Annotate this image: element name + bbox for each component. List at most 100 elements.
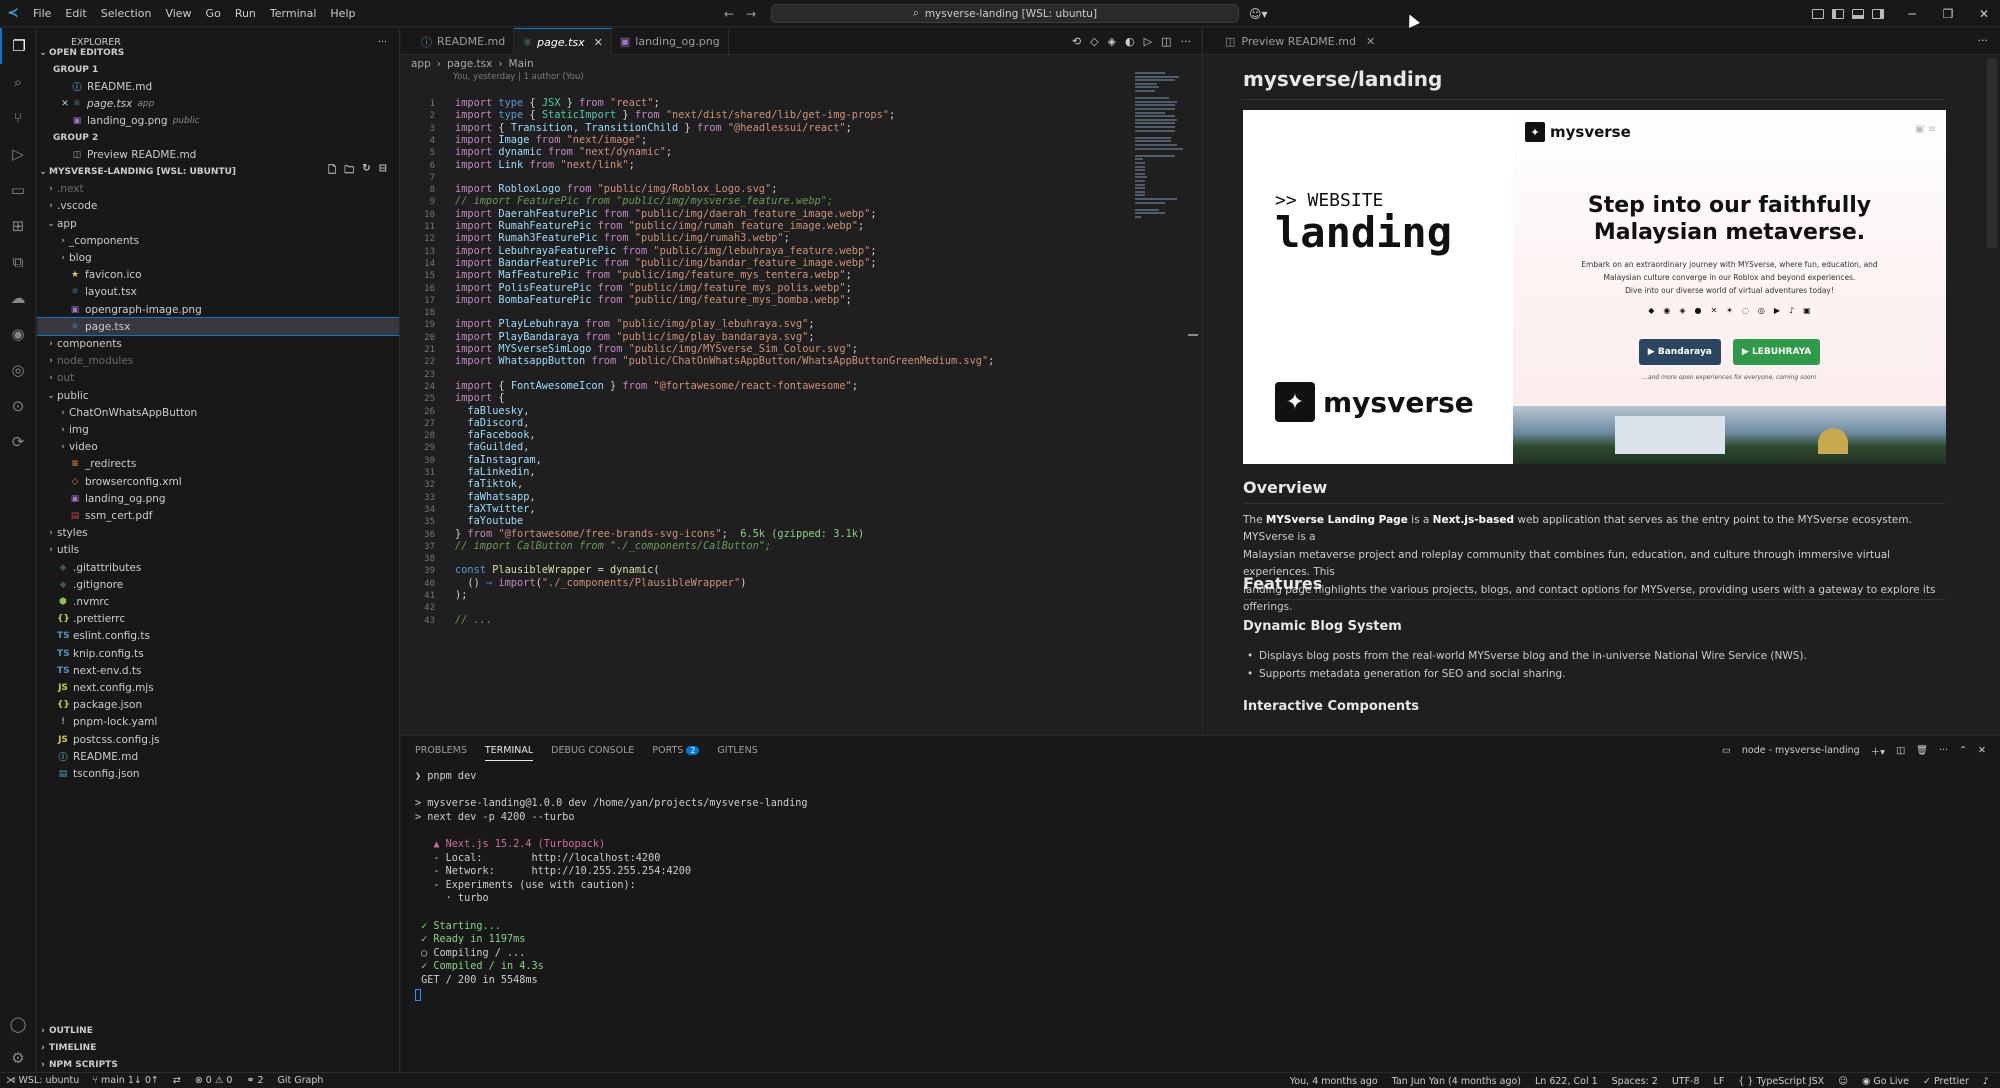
tree-item[interactable]: ▣ opengraph-image.png xyxy=(37,301,399,318)
tree-item[interactable]: › .next xyxy=(37,180,399,197)
close-tab-icon[interactable]: ✕ xyxy=(1366,35,1375,48)
tree-item[interactable]: ⌄ public xyxy=(37,387,399,404)
tree-item[interactable]: ⚛ layout.tsx xyxy=(37,283,399,300)
live-share-icon[interactable]: ⟳ xyxy=(0,424,36,460)
new-terminal-icon[interactable]: ＋▾ xyxy=(1871,744,1885,758)
new-file-icon[interactable]: 🗋 xyxy=(328,163,336,180)
split-editor-icon[interactable]: ◫ xyxy=(1161,35,1171,48)
explorer-icon[interactable]: ❐ xyxy=(0,28,36,64)
tab-problems[interactable]: PROBLEMS xyxy=(415,745,467,756)
tree-item[interactable]: ! pnpm-lock.yaml xyxy=(37,713,399,730)
search-icon[interactable]: ⌕ xyxy=(0,64,36,100)
tree-item[interactable]: ★ favicon.ico xyxy=(37,266,399,283)
tree-item[interactable]: JS next.config.mjs xyxy=(37,679,399,696)
customize-layout-icon[interactable] xyxy=(1812,8,1824,19)
tree-item[interactable]: ⓘ README.md xyxy=(37,748,399,765)
notifications-bell-icon[interactable]: ♪ xyxy=(1976,1076,1996,1087)
close-panel-icon[interactable]: ✕ xyxy=(1978,745,1986,756)
source-control-icon[interactable]: ⑂ xyxy=(0,100,36,136)
tree-item[interactable]: ▤ ssm_cert.pdf xyxy=(37,507,399,524)
open-editor-item[interactable]: ▣ landing_og.png public xyxy=(37,112,399,129)
previous-change-icon[interactable]: ◇ xyxy=(1090,35,1098,48)
git-graph-icon[interactable]: ⊙ xyxy=(0,388,36,424)
tree-item[interactable]: › utils xyxy=(37,541,399,558)
breadcrumb-item[interactable]: Main xyxy=(509,58,534,70)
minimize-button[interactable]: ─ xyxy=(1894,0,1930,27)
remote-explorer-icon[interactable]: ▭ xyxy=(0,172,36,208)
tab-terminal[interactable]: TERMINAL xyxy=(484,745,534,761)
tab-readme-md[interactable]: ⓘ README.md xyxy=(401,28,515,55)
new-folder-icon[interactable]: 🗀 xyxy=(344,163,354,180)
maximize-panel-icon[interactable]: ⌃ xyxy=(1959,745,1967,756)
open-editors-section[interactable]: ⌄ OPEN EDITORS xyxy=(37,44,399,61)
tab-debug-console[interactable]: DEBUG CONSOLE xyxy=(551,745,634,756)
bottom-section-2[interactable]: › NPM SCRIPTS xyxy=(37,1056,399,1072)
copilot-button[interactable]: ☺ ▾ xyxy=(1249,3,1268,24)
code-area[interactable]: 1 import type { JSX } from "react"; 2 impor… xyxy=(401,84,1191,734)
tree-item[interactable]: ⬢ .nvmrc xyxy=(37,593,399,610)
tree-item[interactable]: TS eslint.config.ts xyxy=(37,627,399,644)
open-editor-item[interactable]: ◫ Preview README.md xyxy=(37,146,399,163)
open-changes-icon[interactable]: ◐ xyxy=(1125,35,1135,48)
tab-ports[interactable]: PORTS 2 xyxy=(652,745,700,756)
breadcrumb-item[interactable]: app xyxy=(411,58,431,70)
docker-icon[interactable]: ☁ xyxy=(0,280,36,316)
branch-indicator[interactable]: ⑂ main 1↓ 0↑ xyxy=(85,1075,166,1086)
preview-scrollbar[interactable] xyxy=(1987,58,1997,248)
more-actions-icon[interactable]: ··· xyxy=(1978,34,1989,47)
open-editor-item[interactable]: ✕ ⚛ page.tsx app xyxy=(37,95,399,112)
language-mode[interactable]: { } TypeScript JSX xyxy=(1731,1076,1831,1087)
kill-terminal-icon[interactable]: 🗑 xyxy=(1916,745,1928,756)
indentation[interactable]: Spaces: 2 xyxy=(1605,1076,1665,1087)
github-icon[interactable]: ◉ xyxy=(0,316,36,352)
open-editor-item[interactable]: ⓘ README.md xyxy=(37,78,399,95)
tree-item[interactable]: ◇ browserconfig.xml xyxy=(37,473,399,490)
tab-preview-readme[interactable]: ◫ Preview README.md ✕ xyxy=(1203,28,1385,55)
prettier-status[interactable]: ✓ Prettier xyxy=(1916,1076,1976,1087)
refresh-icon[interactable]: ↻ xyxy=(362,163,370,180)
remote-indicator[interactable]: ⋊ WSL: ubuntu xyxy=(0,1075,86,1086)
tree-item[interactable]: ⌄ app xyxy=(37,215,399,232)
run-debug-icon[interactable]: ▷ xyxy=(0,136,36,172)
tree-item[interactable]: › _components xyxy=(37,232,399,249)
tab-page-tsx[interactable]: ⚛ page.tsx ✕ xyxy=(514,28,612,55)
menu-run[interactable]: Run xyxy=(228,0,263,27)
tab-gitlens[interactable]: GITLENS xyxy=(717,745,757,756)
menu-go[interactable]: Go xyxy=(199,0,228,27)
tree-item[interactable]: JS postcss.config.js xyxy=(37,731,399,748)
close-tab-icon[interactable]: ✕ xyxy=(594,36,603,49)
workspace-section[interactable]: ⌄ MYSVERSE-LANDING [WSL: UBUNTU] 🗋 🗀 ↻ ⊟ xyxy=(37,163,399,180)
account-icon[interactable]: ◯ xyxy=(0,1006,36,1042)
toggle-secondary-sidebar-icon[interactable] xyxy=(1872,8,1884,19)
encoding[interactable]: UTF-8 xyxy=(1665,1076,1707,1087)
menu-terminal[interactable]: Terminal xyxy=(263,0,324,27)
timeline-back-icon[interactable]: ⟲ xyxy=(1072,35,1081,48)
cursor-position[interactable]: Ln 622, Col 1 xyxy=(1528,1076,1605,1087)
blame-other[interactable]: Tan Jun Yan (4 months ago) xyxy=(1385,1076,1528,1087)
next-change-icon[interactable]: ◈ xyxy=(1108,35,1116,48)
split-terminal-icon[interactable]: ◫ xyxy=(1896,745,1905,756)
tree-item[interactable]: › node_modules xyxy=(37,352,399,369)
bottom-section-1[interactable]: › TIMELINE xyxy=(37,1039,399,1056)
git-graph-status[interactable]: Git Graph xyxy=(270,1075,330,1086)
tree-item[interactable]: › components xyxy=(37,335,399,352)
more-actions-icon[interactable]: ··· xyxy=(1181,35,1192,48)
copilot-status-icon[interactable]: ☺ xyxy=(1831,1076,1855,1087)
command-center[interactable]: ⌕ mysverse-landing [WSL: ubuntu] xyxy=(771,4,1239,23)
collapse-all-icon[interactable]: ⊟ xyxy=(379,163,387,180)
menu-help[interactable]: Help xyxy=(323,0,362,27)
tree-item[interactable]: › img xyxy=(37,421,399,438)
gitlens-icon[interactable]: ◎ xyxy=(0,352,36,388)
tree-item[interactable]: ⚛ page.tsx xyxy=(37,317,399,336)
tree-item[interactable]: › video xyxy=(37,438,399,455)
menu-file[interactable]: File xyxy=(26,0,58,27)
close-window-button[interactable]: ✕ xyxy=(1966,0,2000,27)
ports-indicator[interactable]: ⚭ 2 xyxy=(239,1075,270,1086)
line-ending[interactable]: LF xyxy=(1707,1076,1732,1087)
terminal-name[interactable]: node - mysverse-landing xyxy=(1742,745,1860,756)
tree-item[interactable]: {} .prettierrc xyxy=(37,610,399,627)
tree-item[interactable]: › .vscode xyxy=(37,197,399,214)
toggle-sidebar-icon[interactable] xyxy=(1832,8,1844,19)
tab-landing-og-png[interactable]: ▣ landing_og.png xyxy=(612,28,729,55)
blame-self[interactable]: You, 4 months ago xyxy=(1283,1076,1385,1087)
